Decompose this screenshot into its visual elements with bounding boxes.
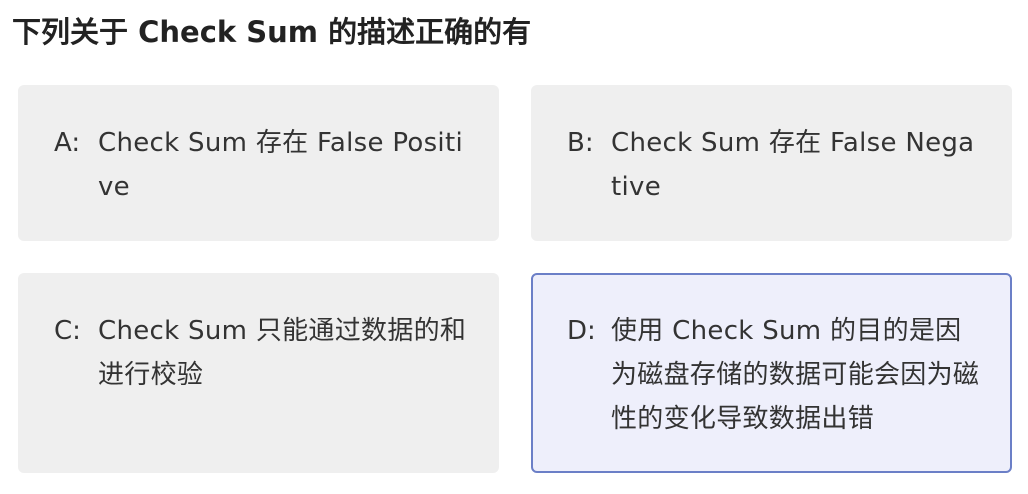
option-b-key: B: [567,128,594,158]
option-a-content: A: Check Sum 存在 False Positive [54,121,467,209]
question-title: 下列关于 Check Sum 的描述正确的有 [12,15,532,49]
option-d-card[interactable]: D: 使用 Check Sum 的目的是因为磁盘存储的数据可能会因为磁性的变化导… [531,273,1012,473]
option-d-text: 使用 Check Sum 的目的是因为磁盘存储的数据可能会因为磁性的变化导致数据… [611,316,980,434]
option-b-content: B: Check Sum 存在 False Negative [567,121,980,209]
option-d-content: D: 使用 Check Sum 的目的是因为磁盘存储的数据可能会因为磁性的变化导… [567,309,980,441]
option-a-text: Check Sum 存在 False Positive [98,128,463,202]
option-d-key: D: [567,316,596,346]
option-b-card[interactable]: B: Check Sum 存在 False Negative [531,85,1012,241]
option-c-text: Check Sum 只能通过数据的和进行校验 [98,316,467,390]
option-c-content: C: Check Sum 只能通过数据的和进行校验 [54,309,467,397]
option-c-key: C: [54,316,81,346]
option-a-key: A: [54,128,81,158]
option-a-card[interactable]: A: Check Sum 存在 False Positive [18,85,499,241]
option-b-text: Check Sum 存在 False Negative [611,128,975,202]
option-c-card[interactable]: C: Check Sum 只能通过数据的和进行校验 [18,273,499,473]
